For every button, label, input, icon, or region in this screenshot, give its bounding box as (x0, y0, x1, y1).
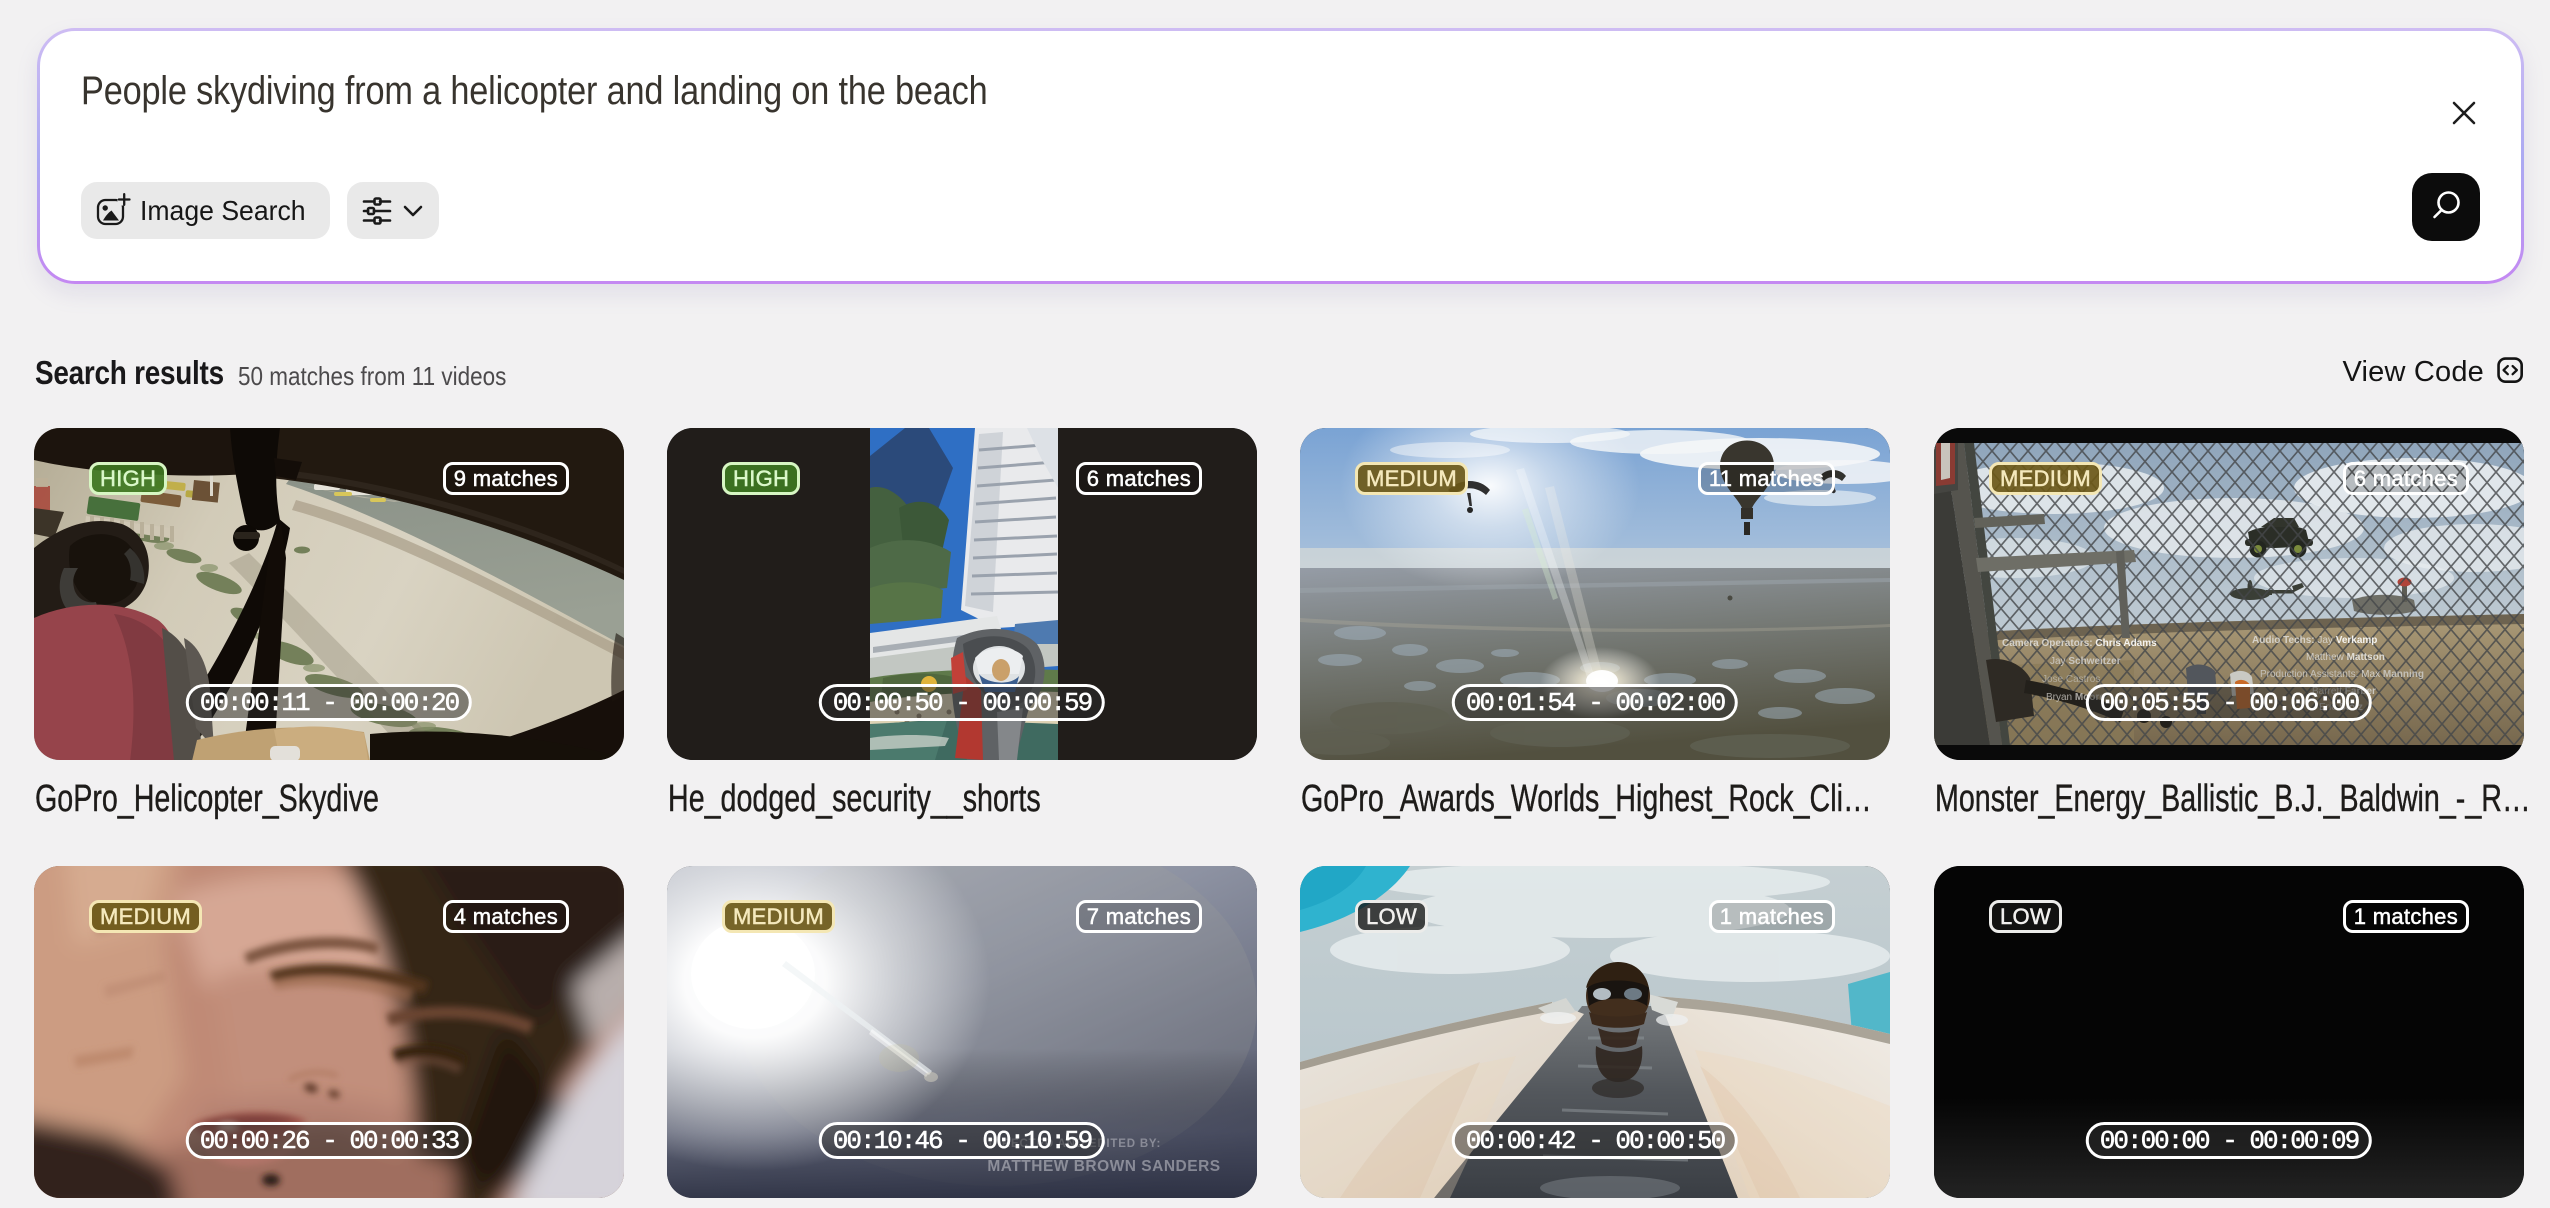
svg-text:Audio Techs: Jay Verkamp: Audio Techs: Jay Verkamp (2252, 635, 2377, 646)
svg-text:MATTHEW BROWN SANDERS: MATTHEW BROWN SANDERS (987, 1158, 1220, 1175)
svg-text:Camera Operators: Chris Adams: Camera Operators: Chris Adams (2002, 638, 2157, 649)
svg-text:Jose Castros: Jose Castros (2042, 674, 2100, 685)
svg-text:Matthew Mattson: Matthew Mattson (2306, 652, 2385, 663)
svg-text:Jay Schweitzer: Jay Schweitzer (2050, 656, 2121, 667)
svg-text:Production Assistants: Max Man: Production Assistants: Max Manning (2260, 669, 2424, 680)
